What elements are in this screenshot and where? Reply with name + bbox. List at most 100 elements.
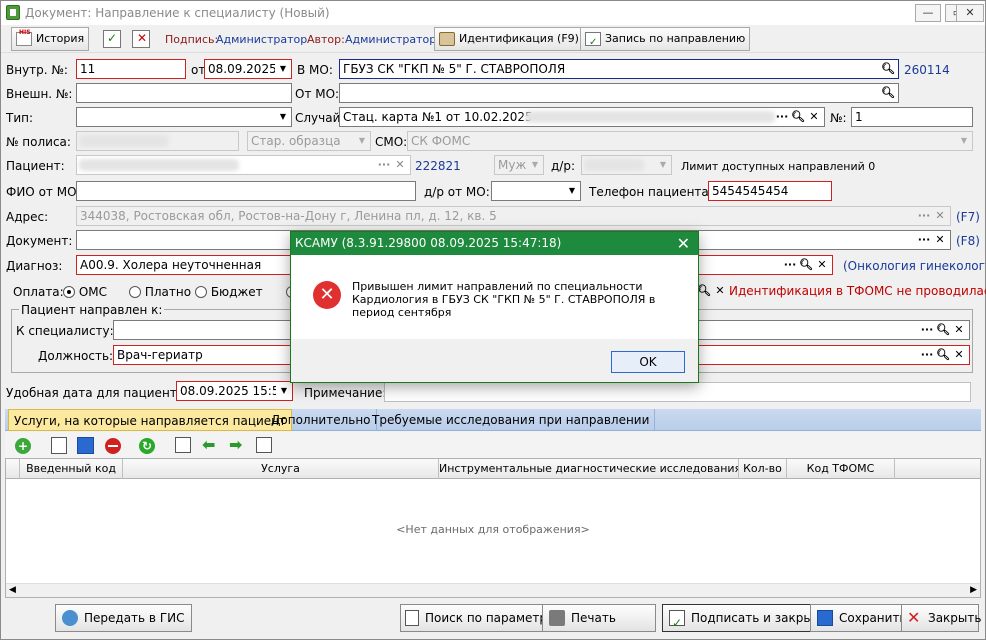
search-icon[interactable]: 🔍︎ xyxy=(935,347,951,363)
horizontal-scrollbar[interactable]: ◀ ▶ xyxy=(6,583,980,597)
ungroup-icon[interactable] xyxy=(256,437,272,453)
ellipsis-icon[interactable]: ··· xyxy=(916,232,932,248)
save-row-icon[interactable] xyxy=(77,437,94,454)
pay-budget-radio[interactable]: Бюджет xyxy=(195,285,263,299)
date-dropdown-icon[interactable]: ▼ xyxy=(275,60,291,78)
clear-icon[interactable]: ✕ xyxy=(392,157,408,173)
chevron-down-icon[interactable]: ▼ xyxy=(275,108,291,126)
clear-icon[interactable]: ✕ xyxy=(932,232,948,248)
tab-services[interactable]: Услуги, на которые направляется пациент xyxy=(8,409,293,431)
sign-value[interactable]: Администратор xyxy=(216,33,307,46)
ellipsis-icon[interactable]: ··· xyxy=(376,157,392,173)
delete-icon[interactable] xyxy=(105,438,121,454)
save-button[interactable]: Сохранить xyxy=(810,604,914,632)
polis-input xyxy=(76,131,239,151)
error-dialog: КСАМУ (8.3.91.29800 08.09.2025 15:47:18)… xyxy=(290,231,699,383)
sign-doc-icon[interactable]: ✓ xyxy=(103,30,121,48)
scroll-right-icon[interactable]: ▶ xyxy=(970,585,977,595)
date-dropdown-icon[interactable]: ▼ xyxy=(276,382,292,400)
vnesh-number-input[interactable] xyxy=(76,83,292,103)
col-service[interactable]: Услуга xyxy=(123,459,439,479)
ellipsis-icon[interactable]: ··· xyxy=(919,347,935,363)
case-input[interactable]: Стац. карта №1 от 10.02.2025 ··· 🔍︎ ✕ xyxy=(339,107,825,127)
clear-icon[interactable]: ✕ xyxy=(951,347,967,363)
diag-label: Диагноз: xyxy=(6,259,63,273)
scroll-left-icon[interactable]: ◀ xyxy=(9,585,16,595)
tab-additional[interactable]: Дополнительно xyxy=(266,409,377,431)
refresh-icon[interactable]: ↻ xyxy=(139,438,155,454)
col-instrumental[interactable]: Инструментальные диагностические исследо… xyxy=(439,459,739,479)
history-button[interactable]: HIS История xyxy=(11,27,90,51)
ellipsis-icon[interactable]: ··· xyxy=(919,322,935,338)
vmo-label: В МО: xyxy=(297,63,333,77)
grid-empty-text: <Нет данных для отображения> xyxy=(396,523,590,536)
arrow-right-icon[interactable]: ➡ xyxy=(229,435,242,454)
search-params-icon xyxy=(405,610,419,626)
edit-doc-icon[interactable] xyxy=(51,437,67,454)
unsign-doc-icon[interactable]: ✕ xyxy=(132,30,150,48)
author-value[interactable]: Администратор xyxy=(345,33,436,46)
ok-button[interactable]: OK xyxy=(611,351,685,373)
otmo-input[interactable]: 🔍︎ xyxy=(339,83,899,103)
drmo-select[interactable]: ▼ xyxy=(491,181,581,201)
dialog-title: КСАМУ (8.3.91.29800 08.09.2025 15:47:18) xyxy=(291,232,698,255)
type-select[interactable]: ▼ xyxy=(76,107,292,127)
pay-oms-radio[interactable]: ОМС xyxy=(63,285,107,299)
pay-paid-radio[interactable]: Платно xyxy=(129,285,191,299)
tab-research[interactable]: Требуемые исследования при направлении xyxy=(367,409,656,431)
clear-icon[interactable]: ✕ xyxy=(814,257,830,273)
ellipsis-icon[interactable]: ··· xyxy=(774,109,790,125)
clear-icon[interactable]: ✕ xyxy=(951,322,967,338)
sign-close-button[interactable]: ✓ Подписать и закрыть xyxy=(662,604,834,632)
search-icon[interactable]: 🔍︎ xyxy=(935,322,951,338)
close-window-icon[interactable]: ✕ xyxy=(956,4,984,22)
patient-code[interactable]: 222821 xyxy=(415,159,461,173)
dialog-close-icon[interactable]: ✕ xyxy=(677,232,690,255)
arrow-left-icon[interactable]: ⬅ xyxy=(202,435,215,454)
patient-input[interactable]: ··· ✕ xyxy=(76,155,411,175)
title-bar: Документ: Направление к специалисту (Нов… xyxy=(1,1,985,25)
send-gis-button[interactable]: Передать в ГИС xyxy=(55,604,192,632)
vnesh-label: Внешн. №: xyxy=(6,87,73,101)
clear-icon[interactable]: ✕ xyxy=(712,283,728,299)
search-icon[interactable]: 🔍︎ xyxy=(798,257,814,273)
dialog-message: Привышен лимит направлений по специально… xyxy=(352,280,656,319)
group-icon[interactable] xyxy=(175,437,191,453)
record-by-referral-button[interactable]: ✓ Запись по направлению xyxy=(580,27,751,51)
col-quantity[interactable]: Кол-во xyxy=(739,459,787,479)
clear-icon[interactable]: ✕ xyxy=(806,109,822,125)
preferred-date-input[interactable]: 08.09.2025 15:50 ▼ xyxy=(176,381,293,401)
smo-select: СК ФОМС ▼ xyxy=(407,131,973,151)
doc-label: Документ: xyxy=(6,234,73,248)
ellipsis-icon[interactable]: ··· xyxy=(782,257,798,273)
date-input[interactable]: 08.09.2025 ▼ xyxy=(204,59,292,79)
phone-input[interactable]: 5454545454 xyxy=(708,181,832,201)
clear-icon: ✕ xyxy=(935,209,945,222)
num-input[interactable]: 1 xyxy=(851,107,973,127)
vmo-input[interactable]: ГБУЗ СК "ГКП № 5" Г. СТАВРОПОЛЯ 🔍︎ xyxy=(339,59,899,79)
search-icon[interactable]: 🔍︎ xyxy=(880,61,896,77)
fio-input[interactable] xyxy=(76,181,416,201)
diag-link[interactable]: (Онкология гинеколог xyxy=(843,259,985,273)
add-icon[interactable]: + xyxy=(15,438,31,454)
record-icon: ✓ xyxy=(585,32,601,48)
col-entered-code[interactable]: Введенный код xyxy=(20,459,123,479)
search-icon[interactable]: 🔍︎ xyxy=(790,109,806,125)
minimize-icon[interactable]: — xyxy=(915,4,941,22)
app-icon xyxy=(6,5,20,20)
chevron-down-icon: ▼ xyxy=(956,132,972,150)
radio-icon xyxy=(63,286,75,298)
fio-label: ФИО от МО: xyxy=(6,185,81,199)
col-tfoms-code[interactable]: Код ТФОМС xyxy=(787,459,895,479)
note-input[interactable] xyxy=(384,382,971,402)
doc-key: (F8) xyxy=(956,234,980,248)
search-icon[interactable]: 🔍︎ xyxy=(880,85,896,101)
print-button[interactable]: Печать xyxy=(542,604,656,632)
printer-icon xyxy=(549,610,565,626)
identification-button[interactable]: Идентификация (F9) xyxy=(434,27,584,51)
chevron-down-icon[interactable]: ▼ xyxy=(564,182,580,200)
vnutr-number-input[interactable]: 11 xyxy=(76,59,186,79)
num-label: №: xyxy=(830,111,847,125)
date-label: Удобная дата для пациента: xyxy=(6,386,189,400)
close-button[interactable]: ✕ Закрыть xyxy=(901,604,981,632)
